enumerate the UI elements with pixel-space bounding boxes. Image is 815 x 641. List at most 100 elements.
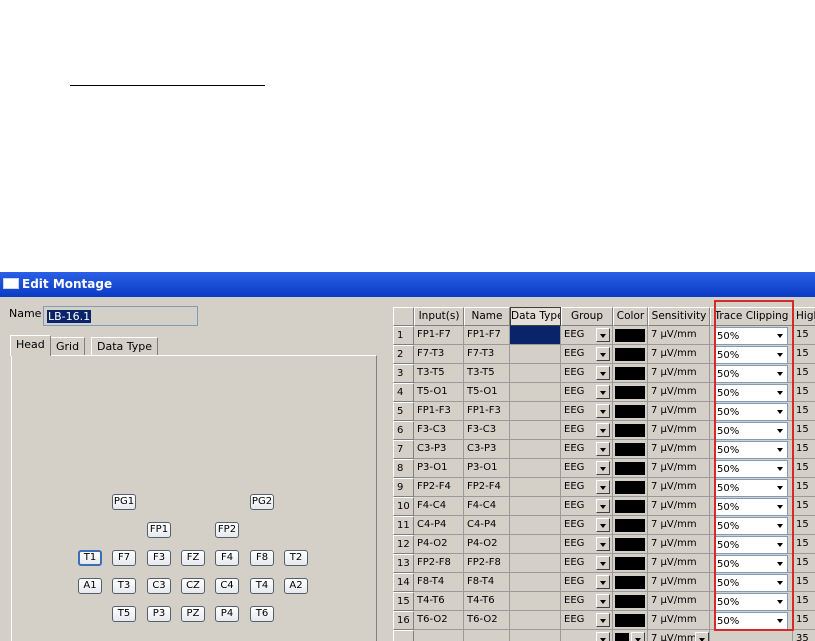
- name-cell[interactable]: P4-O2: [464, 535, 510, 554]
- electrode-p3[interactable]: P3: [147, 606, 171, 622]
- input-cell[interactable]: P3-O1: [414, 459, 464, 478]
- input-cell[interactable]: FP2-F4: [414, 478, 464, 497]
- electrode-c3[interactable]: C3: [147, 578, 171, 594]
- chevron-down-icon[interactable]: [774, 501, 786, 513]
- electrode-t4[interactable]: T4: [250, 578, 274, 594]
- sensitivity-cell[interactable]: 7 μV/mm: [648, 421, 710, 440]
- electrode-p4[interactable]: P4: [215, 606, 239, 622]
- high-cell[interactable]: 15: [793, 554, 815, 573]
- chevron-down-icon[interactable]: [774, 596, 786, 608]
- chevron-down-icon[interactable]: [774, 444, 786, 456]
- trace-clipping-select[interactable]: 50%: [714, 384, 788, 402]
- input-cell[interactable]: FP1-F7: [414, 326, 464, 345]
- sensitivity-cell[interactable]: 7 μV/mm: [648, 402, 710, 421]
- input-cell[interactable]: T3-T5: [414, 364, 464, 383]
- group-dropdown-icon[interactable]: [596, 328, 610, 342]
- trace-clipping-select[interactable]: 50%: [714, 422, 788, 440]
- group-dropdown-icon[interactable]: [596, 385, 610, 399]
- name-cell[interactable]: T5-O1: [464, 383, 510, 402]
- electrode-f3[interactable]: F3: [147, 550, 171, 566]
- group-dropdown-icon[interactable]: [596, 518, 610, 532]
- column-header-color[interactable]: Color: [613, 307, 648, 326]
- electrode-fp1[interactable]: FP1: [147, 522, 171, 538]
- group-dropdown-icon[interactable]: [596, 499, 610, 513]
- name-cell[interactable]: F8-T4: [464, 573, 510, 592]
- input-cell[interactable]: T5-O1: [414, 383, 464, 402]
- electrode-a1[interactable]: A1: [78, 578, 102, 594]
- input-cell[interactable]: T4-T6: [414, 592, 464, 611]
- name-cell[interactable]: P3-O1: [464, 459, 510, 478]
- name-cell[interactable]: FP2-F8: [464, 554, 510, 573]
- group-dropdown-icon[interactable]: [596, 537, 610, 551]
- tab-grid[interactable]: Grid: [50, 337, 86, 355]
- sensitivity-cell[interactable]: 7 μV/mm: [648, 326, 710, 345]
- name-cell[interactable]: T3-T5: [464, 364, 510, 383]
- name-cell[interactable]: T6-O2: [464, 611, 510, 630]
- trace-clipping-select[interactable]: 50%: [714, 346, 788, 364]
- data-type-cell[interactable]: [510, 364, 561, 383]
- data-type-cell[interactable]: [510, 573, 561, 592]
- high-cell[interactable]: 15: [793, 383, 815, 402]
- data-type-cell[interactable]: [510, 383, 561, 402]
- group-dropdown-icon[interactable]: [596, 556, 610, 570]
- sensitivity-cell[interactable]: 7 μV/mm: [648, 364, 710, 383]
- name-cell[interactable]: C3-P3: [464, 440, 510, 459]
- input-cell[interactable]: F8-T4: [414, 573, 464, 592]
- data-type-cell[interactable]: [510, 535, 561, 554]
- high-cell[interactable]: 15: [793, 440, 815, 459]
- high-cell[interactable]: 15: [793, 478, 815, 497]
- sensitivity-cell[interactable]: 7 μV/mm: [648, 478, 710, 497]
- group-dropdown-icon[interactable]: [596, 366, 610, 380]
- sensitivity-cell[interactable]: 7 μV/mm: [648, 611, 710, 630]
- data-type-cell[interactable]: [510, 554, 561, 573]
- input-cell[interactable]: F4-C4: [414, 497, 464, 516]
- sensitivity-cell[interactable]: 7 μV/mm: [648, 383, 710, 402]
- group-dropdown-icon[interactable]: [596, 423, 610, 437]
- chevron-down-icon[interactable]: [774, 482, 786, 494]
- data-type-cell[interactable]: [510, 326, 561, 345]
- name-cell[interactable]: F4-C4: [464, 497, 510, 516]
- sensitivity-cell[interactable]: 7 μV/mm: [648, 440, 710, 459]
- chevron-down-icon[interactable]: [774, 577, 786, 589]
- trace-clipping-select[interactable]: 50%: [714, 517, 788, 535]
- chevron-down-icon[interactable]: [774, 425, 786, 437]
- name-cell[interactable]: F3-C3: [464, 421, 510, 440]
- group-dropdown-icon[interactable]: [596, 613, 610, 627]
- high-cell[interactable]: 15: [793, 421, 815, 440]
- title-bar[interactable]: Edit Montage: [0, 272, 815, 297]
- electrode-t5[interactable]: T5: [112, 606, 136, 622]
- input-cell[interactable]: [414, 630, 464, 641]
- group-dropdown-icon[interactable]: [596, 461, 610, 475]
- trace-clipping-select[interactable]: 50%: [714, 555, 788, 573]
- sensitivity-cell[interactable]: 7 μV/mm: [648, 516, 710, 535]
- high-cell[interactable]: 15: [793, 573, 815, 592]
- high-cell[interactable]: 15: [793, 326, 815, 345]
- chevron-down-icon[interactable]: [774, 539, 786, 551]
- trace-clipping-select[interactable]: 50%: [714, 498, 788, 516]
- electrode-t3[interactable]: T3: [112, 578, 136, 594]
- sensitivity-cell[interactable]: 7 μV/mm: [648, 573, 710, 592]
- data-type-cell[interactable]: [510, 497, 561, 516]
- trace-clipping-select[interactable]: 50%: [714, 365, 788, 383]
- column-header-data-type[interactable]: Data Type: [510, 307, 561, 326]
- high-cell[interactable]: 15: [793, 535, 815, 554]
- data-type-cell[interactable]: [510, 440, 561, 459]
- high-cell[interactable]: 15: [793, 516, 815, 535]
- high-cell[interactable]: 35: [793, 630, 815, 641]
- name-cell[interactable]: C4-P4: [464, 516, 510, 535]
- sensitivity-cell[interactable]: 7 μV/mm: [648, 497, 710, 516]
- group-dropdown-icon[interactable]: [596, 594, 610, 608]
- tab-data-type[interactable]: Data Type: [91, 337, 159, 355]
- chevron-down-icon[interactable]: [774, 406, 786, 418]
- data-type-cell[interactable]: [510, 611, 561, 630]
- name-cell[interactable]: F7-T3: [464, 345, 510, 364]
- name-input[interactable]: LB-16.1: [43, 306, 198, 326]
- electrode-t2[interactable]: T2: [284, 550, 308, 566]
- trace-clipping-select[interactable]: 50%: [714, 574, 788, 592]
- sensitivity-cell[interactable]: 7 μV/mm: [648, 535, 710, 554]
- electrode-pz[interactable]: PZ: [181, 606, 205, 622]
- input-cell[interactable]: T6-O2: [414, 611, 464, 630]
- high-cell[interactable]: 15: [793, 402, 815, 421]
- name-cell[interactable]: [464, 630, 510, 641]
- chevron-down-icon[interactable]: [774, 349, 786, 361]
